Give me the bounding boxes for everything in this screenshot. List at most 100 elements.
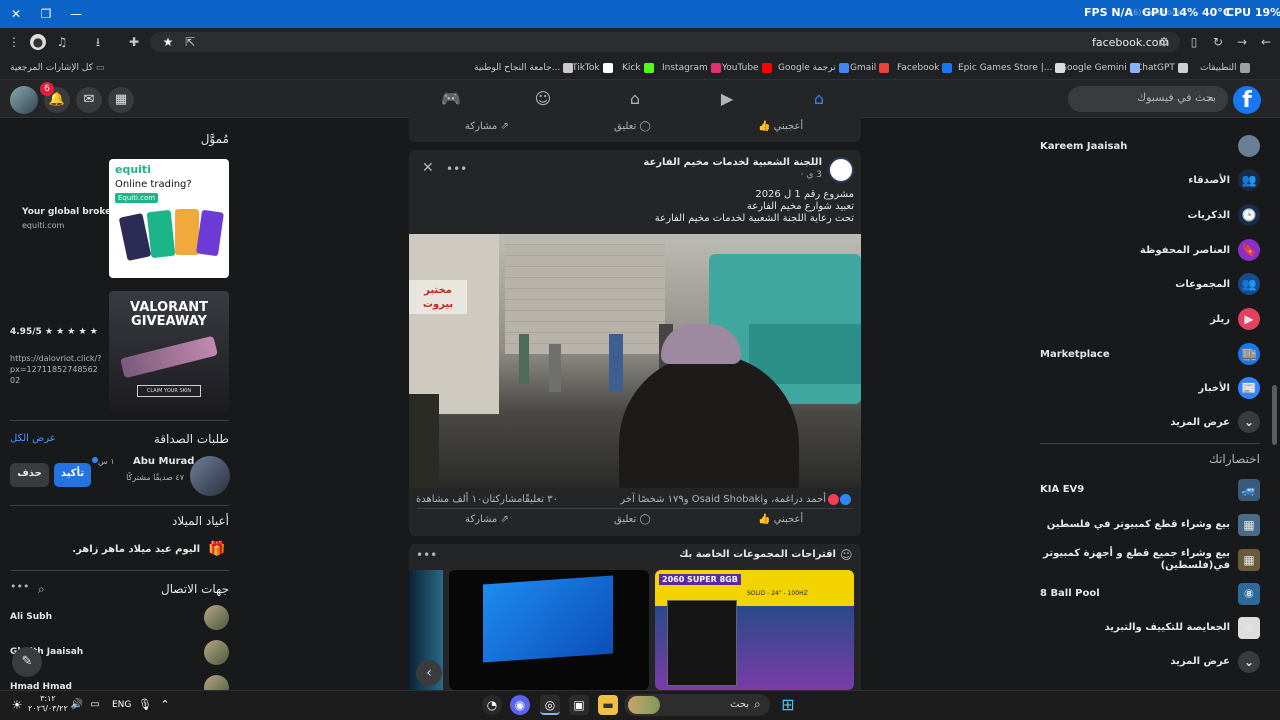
close-window-button[interactable]: ✕ xyxy=(0,0,32,28)
more-options-icon[interactable]: ••• xyxy=(10,580,29,593)
download-icon[interactable]: ⭳ xyxy=(90,34,106,50)
chrome-icon[interactable]: ◎ xyxy=(540,695,560,715)
bookmark-item[interactable]: Instagram xyxy=(662,61,721,75)
media-icon[interactable]: ♫ xyxy=(54,34,70,50)
post-like-button[interactable]: 👍 أعجبني xyxy=(758,514,803,525)
sidebar-item-marketplace[interactable]: Marketplace 🏬 xyxy=(1040,340,1260,368)
bookmark-item[interactable]: YouTube xyxy=(722,61,772,75)
sidebar-item-see-more[interactable]: عرض المزيد ⌄ xyxy=(1040,408,1260,436)
bookmark-item[interactable]: التطبيقات xyxy=(1200,61,1250,75)
request-name[interactable]: Abu Murad xyxy=(133,456,194,467)
bookmark-item[interactable]: TikTok xyxy=(572,61,613,75)
extensions-icon[interactable]: ✚ xyxy=(126,34,142,50)
post-photo[interactable]: مختبر بيروت xyxy=(409,234,861,488)
taskbar-app-icon[interactable]: ◔ xyxy=(482,695,502,715)
bookmark-item[interactable]: Gmail xyxy=(850,61,890,75)
post-share-button[interactable]: مشاركة ⇗ xyxy=(465,514,509,525)
clock[interactable]: ٣:١٢ ٢٠٢٦/٠٣/٢٢ xyxy=(28,694,68,714)
profile-icon[interactable]: ● xyxy=(30,34,46,50)
contact-item[interactable]: Ali Subh xyxy=(10,605,229,631)
contact-item[interactable]: Ghaith Jaaisah xyxy=(10,640,229,666)
discord-icon[interactable]: ◉ xyxy=(510,695,530,715)
sidebar-item-groups[interactable]: المجموعات 👥 xyxy=(1040,270,1260,298)
confirm-button[interactable]: تأكيد xyxy=(54,463,91,487)
group-card-image[interactable] xyxy=(449,570,649,690)
shortcut-item[interactable]: بيع وشراء قطع كمبيوتر في فلسطين ▦ xyxy=(1040,511,1260,539)
groups-nav-icon[interactable]: ☺ xyxy=(532,88,554,110)
messenger-button[interactable]: ✉ xyxy=(76,87,102,113)
bookmark-star-icon[interactable]: ★ xyxy=(160,34,176,50)
restore-window-button[interactable]: ❐ xyxy=(30,0,62,28)
delete-button[interactable]: حذف xyxy=(10,463,49,487)
all-bookmarks[interactable]: كل الإشارات المرجعية ▭ xyxy=(10,61,104,75)
avatar[interactable] xyxy=(10,86,38,114)
more-options-icon[interactable]: ••• xyxy=(446,162,467,176)
page-avatar[interactable] xyxy=(828,157,854,183)
comments-count[interactable]: ٣٠ تعليقًا xyxy=(522,494,558,505)
microphone-icon[interactable]: 🎙 xyxy=(138,695,152,715)
reload-icon[interactable]: ↻ xyxy=(1210,34,1226,50)
comment-button[interactable]: تعليق ◯ xyxy=(614,121,651,132)
shortcut-item[interactable]: بيع وشراء جميع قطع و أجهزة كمبيوتر في(فل… xyxy=(1040,546,1260,574)
share-button[interactable]: مشاركة ⇗ xyxy=(465,121,509,132)
post-time[interactable]: 3 ي · xyxy=(700,170,822,180)
sidebar-item-memories[interactable]: الذكريات 🕒 xyxy=(1040,201,1260,229)
shortcut-item[interactable]: الجعايصة للتكييف والتبريد ❄ xyxy=(1040,614,1260,642)
chevron-up-icon[interactable]: ⌃ xyxy=(158,695,172,715)
see-all-link[interactable]: عرض الكل xyxy=(10,433,56,444)
sidebar-item-reels[interactable]: ريلز ▶ xyxy=(1040,305,1260,333)
forward-icon[interactable]: → xyxy=(1234,34,1250,50)
facebook-logo-icon[interactable]: f xyxy=(1233,86,1261,114)
like-button[interactable]: 👍 أعجبني xyxy=(758,121,803,132)
minimize-window-button[interactable]: — xyxy=(60,0,92,28)
search-icon[interactable]: ⌕ xyxy=(38,582,45,597)
sidebar-item-saved[interactable]: العناصر المحفوظة 🔖 xyxy=(1040,236,1260,264)
sidebar-item-news[interactable]: الأخبار 📰 xyxy=(1040,374,1260,402)
ad-url[interactable]: https://dalovriot.click/?px=127118527485… xyxy=(10,353,102,386)
windows-start-icon[interactable]: ⊞ xyxy=(778,695,798,715)
search-input[interactable]: بحث في فيسبوك xyxy=(1068,86,1228,112)
network-icon[interactable]: ▭ xyxy=(88,695,102,715)
shortcut-item[interactable]: عرض المزيد ⌄ xyxy=(1040,648,1260,676)
scrollbar-thumb[interactable] xyxy=(1272,385,1277,445)
weather-icon[interactable]: ☀ xyxy=(10,695,24,715)
sidebar-item-friends[interactable]: الأصدقاء 👥 xyxy=(1040,166,1260,194)
file-explorer-icon[interactable]: ▬ xyxy=(598,695,618,715)
gaming-icon[interactable]: 🎮 xyxy=(440,88,462,110)
shortcut-item[interactable]: 8 Ball Pool ⑧ xyxy=(1040,580,1260,608)
taskbar-search-text[interactable]: بحث xyxy=(730,699,749,710)
sidebar-item-profile[interactable]: Kareem Jaaisah xyxy=(1040,132,1260,160)
close-icon[interactable]: ✕ xyxy=(422,160,434,176)
volume-icon[interactable]: 🔊 xyxy=(70,695,84,715)
back-icon[interactable]: ← xyxy=(1258,34,1274,50)
bookmark-item[interactable]: Google ترجمة xyxy=(778,61,849,75)
shares-count[interactable]: مشاركتان xyxy=(482,494,522,505)
store-icon[interactable]: ▣ xyxy=(569,695,589,715)
bookmark-item[interactable]: جامعة النجاح الوطنية... xyxy=(474,61,574,75)
carousel-prev-button[interactable]: ‹ xyxy=(416,660,442,686)
bookmark-item[interactable]: ChatGPT xyxy=(1136,61,1188,75)
sidebar-icon[interactable]: ▯ xyxy=(1186,34,1202,50)
language-indicator[interactable]: ENG xyxy=(112,700,131,710)
ad-title[interactable]: Your global broker xyxy=(22,207,116,217)
bookmark-item[interactable]: Kick xyxy=(622,61,654,75)
bookmark-item[interactable]: Facebook xyxy=(897,61,953,75)
marketplace-nav-icon[interactable]: ⌂ xyxy=(624,88,646,110)
share-icon[interactable]: ⇱ xyxy=(182,34,198,50)
video-nav-icon[interactable]: ▶ xyxy=(716,88,738,110)
new-message-button[interactable]: ✎ xyxy=(12,647,42,677)
home-nav-icon[interactable]: ⌂ xyxy=(808,88,830,110)
shortcut-item[interactable]: KIA EV9 🚙 xyxy=(1040,476,1260,504)
menu-grid-button[interactable]: ▦ xyxy=(108,87,134,113)
tab-title[interactable]: (6) Facebook xyxy=(1130,8,1181,17)
reactions-summary[interactable]: أحمد دراغمة، وOsaid Shobaki و١٧٩ شخصًا آ… xyxy=(620,494,826,505)
group-card-image[interactable]: 2060 SUPER 8GB SOLID - 24" - 100HZ xyxy=(655,570,854,690)
post-author[interactable]: اللجنة الشعبية لخدمات مخيم الفارعة xyxy=(560,157,822,168)
bookmark-item[interactable]: Google Gemini xyxy=(1060,61,1140,75)
avatar[interactable] xyxy=(190,456,230,496)
site-settings-icon[interactable]: ⚙ xyxy=(1156,34,1172,50)
post-comment-button[interactable]: تعليق ◯ xyxy=(614,514,651,525)
ad-image[interactable]: equiti Online trading? Equiti.com xyxy=(109,159,229,278)
menu-icon[interactable]: ⋮ xyxy=(6,34,22,50)
ad-image[interactable]: VALORANT GIVEAWAY CLAIM YOUR SKIN xyxy=(109,291,229,411)
